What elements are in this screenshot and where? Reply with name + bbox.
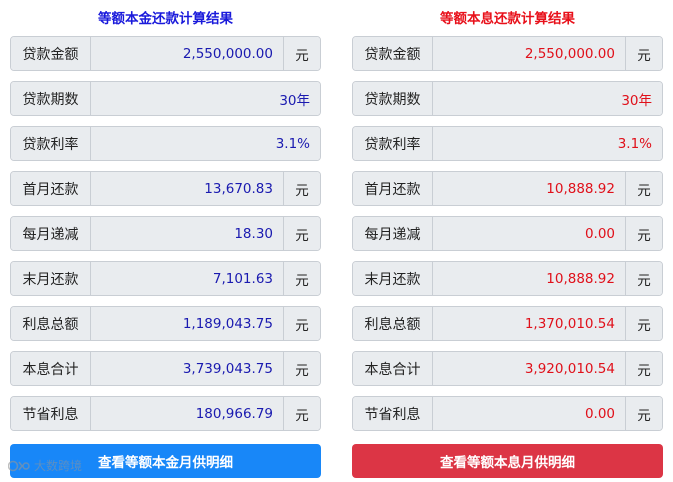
row-unit: 元 [625, 352, 662, 385]
result-row-loan-term: 贷款期数 30年 [10, 81, 321, 116]
row-label: 每月递减 [353, 217, 433, 250]
row-unit: 元 [283, 352, 320, 385]
row-label: 节省利息 [11, 397, 91, 430]
row-label: 利息总额 [353, 307, 433, 340]
row-value: 13,670.83 [91, 172, 283, 205]
result-row-interest-saved: 节省利息 180,966.79 元 [10, 396, 321, 431]
row-value: 180,966.79 [91, 397, 283, 430]
result-row-first-payment: 首月还款 10,888.92 元 [352, 171, 663, 206]
row-value: 2,550,000.00 [433, 37, 625, 70]
row-value: 3.1% [433, 127, 662, 160]
equal-installment-panel: 等额本息还款计算结果 贷款金额 2,550,000.00 元 贷款期数 30年 … [352, 0, 663, 441]
row-label: 贷款利率 [11, 127, 91, 160]
row-value: 3,739,043.75 [91, 352, 283, 385]
result-row-loan-amount: 贷款金额 2,550,000.00 元 [352, 36, 663, 71]
row-unit: 元 [283, 37, 320, 70]
result-row-total-repayment: 本息合计 3,920,010.54 元 [352, 351, 663, 386]
row-label: 贷款金额 [353, 37, 433, 70]
row-label: 末月还款 [11, 262, 91, 295]
row-value: 7,101.63 [91, 262, 283, 295]
row-value: 3.1% [91, 127, 320, 160]
result-row-loan-term: 贷款期数 30年 [352, 81, 663, 116]
row-label: 首月还款 [11, 172, 91, 205]
row-value: 30年 [91, 82, 320, 115]
row-label: 本息合计 [353, 352, 433, 385]
result-row-monthly-decrease: 每月递减 18.30 元 [10, 216, 321, 251]
result-row-interest-rate: 贷款利率 3.1% [10, 126, 321, 161]
row-value: 10,888.92 [433, 172, 625, 205]
row-value: 0.00 [433, 397, 625, 430]
row-value: 0.00 [433, 217, 625, 250]
row-unit: 元 [625, 262, 662, 295]
row-unit: 元 [625, 217, 662, 250]
row-unit: 元 [283, 307, 320, 340]
row-value: 3,920,010.54 [433, 352, 625, 385]
row-value: 18.30 [91, 217, 283, 250]
row-unit: 元 [283, 217, 320, 250]
result-row-total-repayment: 本息合计 3,739,043.75 元 [10, 351, 321, 386]
watermark: 大数跨境 [8, 457, 82, 474]
row-label: 利息总额 [11, 307, 91, 340]
equal-installment-title: 等额本息还款计算结果 [440, 11, 575, 27]
row-value: 1,370,010.54 [433, 307, 625, 340]
row-unit: 元 [283, 397, 320, 430]
equal-principal-title: 等额本金还款计算结果 [98, 11, 233, 27]
row-unit: 元 [283, 172, 320, 205]
row-label: 节省利息 [353, 397, 433, 430]
view-equal-installment-details-button[interactable]: 查看等额本息月供明细 [352, 444, 663, 478]
row-label: 贷款金额 [11, 37, 91, 70]
result-row-first-payment: 首月还款 13,670.83 元 [10, 171, 321, 206]
result-row-interest-saved: 节省利息 0.00 元 [352, 396, 663, 431]
row-unit: 元 [625, 37, 662, 70]
equal-principal-panel: 等额本金还款计算结果 贷款金额 2,550,000.00 元 贷款期数 30年 … [10, 0, 321, 441]
result-row-total-interest: 利息总额 1,189,043.75 元 [10, 306, 321, 341]
result-row-interest-rate: 贷款利率 3.1% [352, 126, 663, 161]
result-row-total-interest: 利息总额 1,370,010.54 元 [352, 306, 663, 341]
row-label: 本息合计 [11, 352, 91, 385]
row-value: 10,888.92 [433, 262, 625, 295]
row-unit: 元 [625, 397, 662, 430]
logo-icon [8, 459, 30, 473]
row-value: 30年 [433, 82, 662, 115]
row-label: 贷款期数 [11, 82, 91, 115]
row-unit: 元 [625, 172, 662, 205]
row-label: 贷款期数 [353, 82, 433, 115]
row-label: 每月递减 [11, 217, 91, 250]
result-row-monthly-decrease: 每月递减 0.00 元 [352, 216, 663, 251]
row-label: 贷款利率 [353, 127, 433, 160]
row-unit: 元 [625, 307, 662, 340]
loan-calculator-results: 等额本金还款计算结果 贷款金额 2,550,000.00 元 贷款期数 30年 … [0, 0, 673, 482]
watermark-text: 大数跨境 [34, 459, 83, 473]
result-row-last-payment: 末月还款 7,101.63 元 [10, 261, 321, 296]
result-row-loan-amount: 贷款金额 2,550,000.00 元 [10, 36, 321, 71]
row-label: 末月还款 [353, 262, 433, 295]
row-value: 2,550,000.00 [91, 37, 283, 70]
row-value: 1,189,043.75 [91, 307, 283, 340]
row-unit: 元 [283, 262, 320, 295]
row-label: 首月还款 [353, 172, 433, 205]
result-row-last-payment: 末月还款 10,888.92 元 [352, 261, 663, 296]
